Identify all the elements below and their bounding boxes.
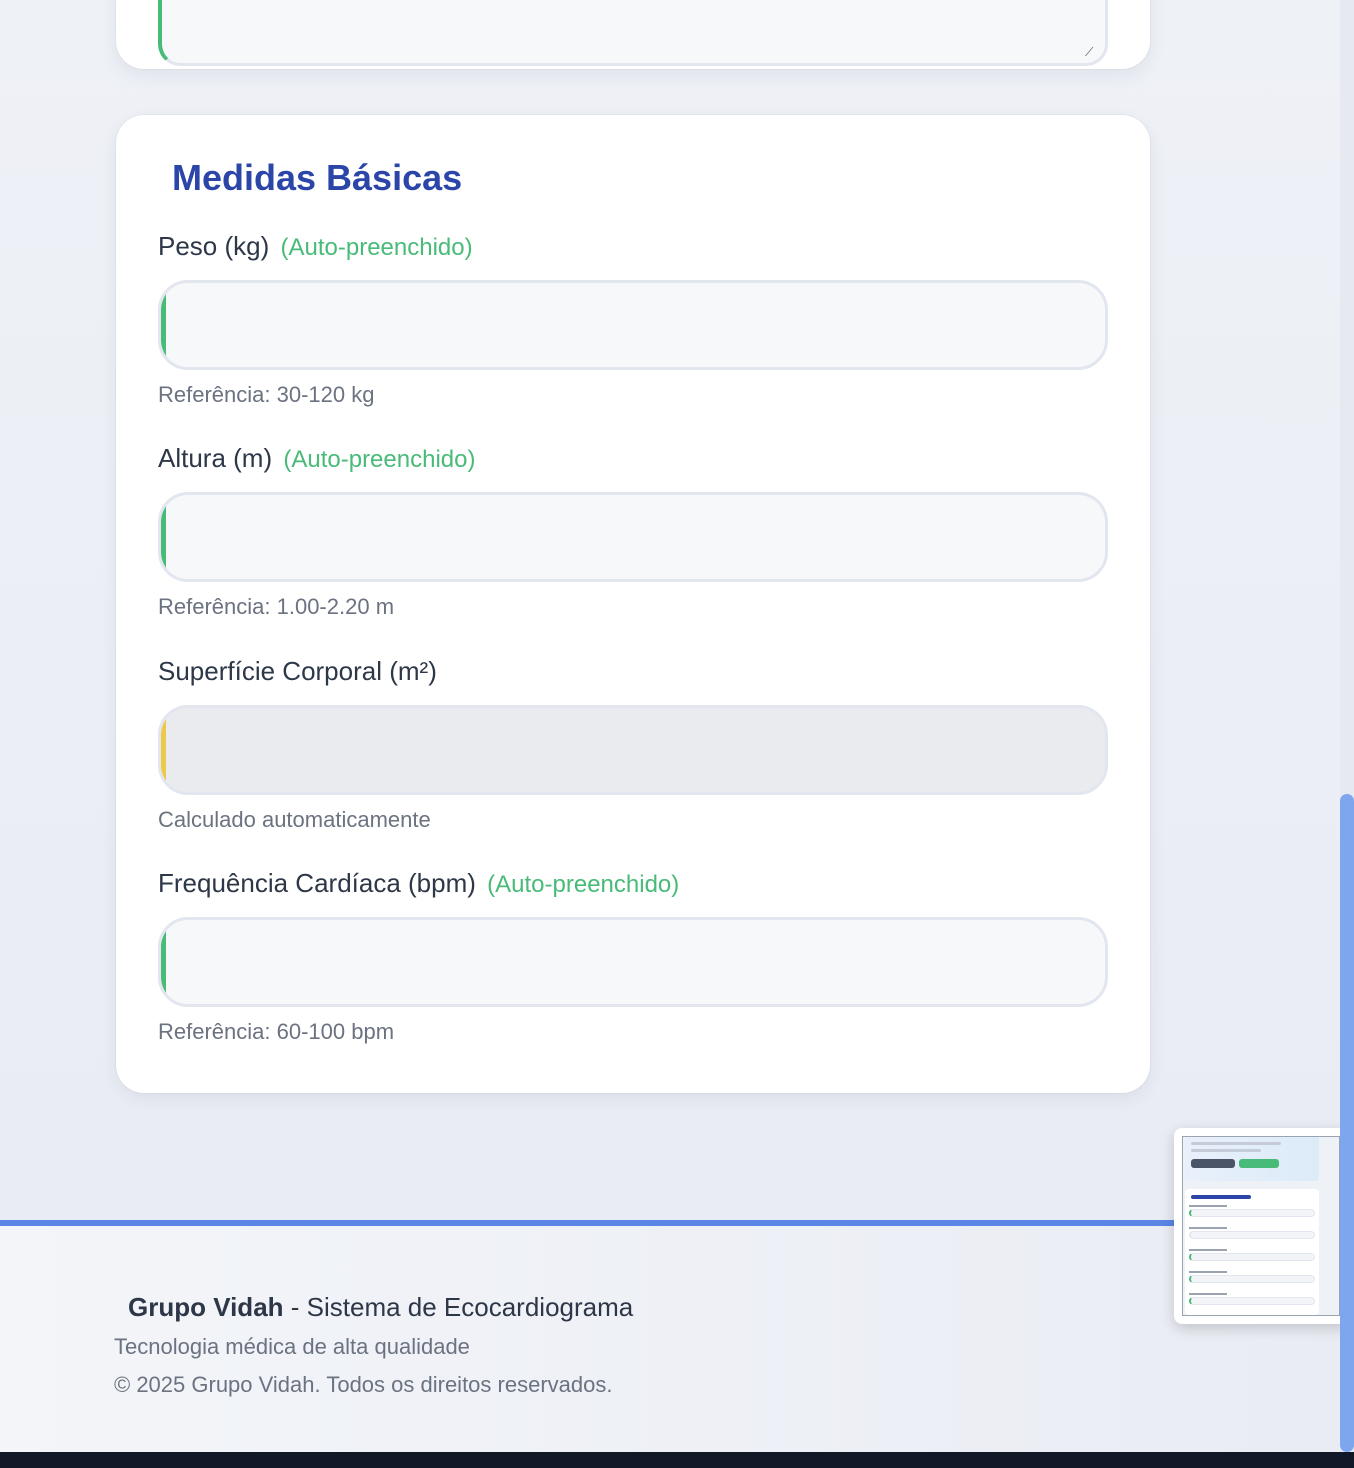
weight-label: Peso (kg) (Auto-preenchido) xyxy=(158,229,1108,263)
bottom-edge-bar xyxy=(0,1452,1354,1468)
section-title: Medidas Básicas xyxy=(172,157,463,198)
resize-grip-icon[interactable]: ⟋ xyxy=(1085,45,1099,59)
body-surface-input xyxy=(161,708,1105,792)
heart-rate-input-box[interactable] xyxy=(158,917,1108,1007)
minimap-label xyxy=(1189,1293,1227,1295)
weight-hint: Referência: 30-120 kg xyxy=(158,382,375,407)
body-surface-field-group: Superfície Corporal (m²) Calculado autom… xyxy=(158,654,1108,833)
minimap-field xyxy=(1189,1209,1315,1217)
minimap-label xyxy=(1189,1249,1227,1251)
body-surface-hint: Calculado automaticamente xyxy=(158,807,431,832)
height-label: Altura (m) (Auto-preenchido) xyxy=(158,441,1108,475)
height-field-group: Altura (m) (Auto-preenchido) Referência:… xyxy=(158,441,1108,620)
footer-brand-suffix: - Sistema de Ecocardiograma xyxy=(283,1292,634,1322)
body-surface-input-box xyxy=(158,705,1108,795)
previous-section-card: ⟋ xyxy=(116,0,1150,69)
minimap-label xyxy=(1189,1205,1227,1207)
weight-input[interactable] xyxy=(161,283,1105,367)
page-minimap[interactable] xyxy=(1174,1128,1348,1324)
auto-filled-tag: (Auto-preenchido) xyxy=(487,871,680,898)
minimap-label xyxy=(1189,1227,1227,1229)
minimap-line xyxy=(1191,1149,1261,1152)
minimap-button xyxy=(1191,1159,1235,1168)
weight-field-group: Peso (kg) (Auto-preenchido) Referência: … xyxy=(158,229,1108,408)
auto-filled-tag: (Auto-preenchido) xyxy=(283,446,476,473)
minimap-viewport xyxy=(1182,1136,1340,1316)
minimap-field xyxy=(1189,1275,1315,1283)
body-surface-label-text: Superfície Corporal (m²) xyxy=(158,656,437,686)
heart-rate-hint: Referência: 60-100 bpm xyxy=(158,1019,395,1044)
observations-textarea[interactable]: ⟋ xyxy=(158,0,1108,66)
auto-filled-tag: (Auto-preenchido) xyxy=(280,234,473,261)
vertical-scrollbar[interactable] xyxy=(1340,0,1354,1452)
heart-rate-field-group: Frequência Cardíaca (bpm) (Auto-preenchi… xyxy=(158,866,1108,1045)
scrollbar-thumb[interactable] xyxy=(1340,794,1354,1452)
weight-input-box[interactable] xyxy=(158,280,1108,370)
heart-rate-label: Frequência Cardíaca (bpm) (Auto-preenchi… xyxy=(158,866,1108,900)
basic-measures-card: Medidas Básicas Peso (kg) (Auto-preenchi… xyxy=(116,115,1150,1093)
minimap-title xyxy=(1191,1195,1251,1199)
weight-label-text: Peso (kg) xyxy=(158,231,270,261)
minimap-field xyxy=(1189,1253,1315,1261)
minimap-header xyxy=(1185,1137,1319,1181)
minimap-field xyxy=(1189,1231,1315,1239)
minimap-field xyxy=(1189,1297,1315,1305)
footer-brand-name: Grupo Vidah xyxy=(128,1292,284,1322)
height-input[interactable] xyxy=(161,495,1105,579)
footer-copyright: © 2025 Grupo Vidah. Todos os direitos re… xyxy=(114,1372,613,1397)
minimap-label xyxy=(1189,1271,1227,1273)
heart-rate-label-text: Frequência Cardíaca (bpm) xyxy=(158,868,476,898)
height-label-text: Altura (m) xyxy=(158,443,273,473)
body-surface-label: Superfície Corporal (m²) xyxy=(158,654,1108,688)
height-input-box[interactable] xyxy=(158,492,1108,582)
heart-rate-input[interactable] xyxy=(161,920,1105,1004)
minimap-line xyxy=(1191,1142,1281,1145)
minimap-card xyxy=(1185,1189,1319,1315)
height-hint: Referência: 1.00-2.20 m xyxy=(158,594,395,619)
footer-brand: Grupo Vidah - Sistema de Ecocardiograma xyxy=(128,1292,633,1323)
footer-subtitle: Tecnologia médica de alta qualidade xyxy=(114,1334,470,1359)
minimap-button xyxy=(1239,1159,1279,1168)
page-footer: Grupo Vidah - Sistema de Ecocardiograma … xyxy=(0,1220,1340,1452)
